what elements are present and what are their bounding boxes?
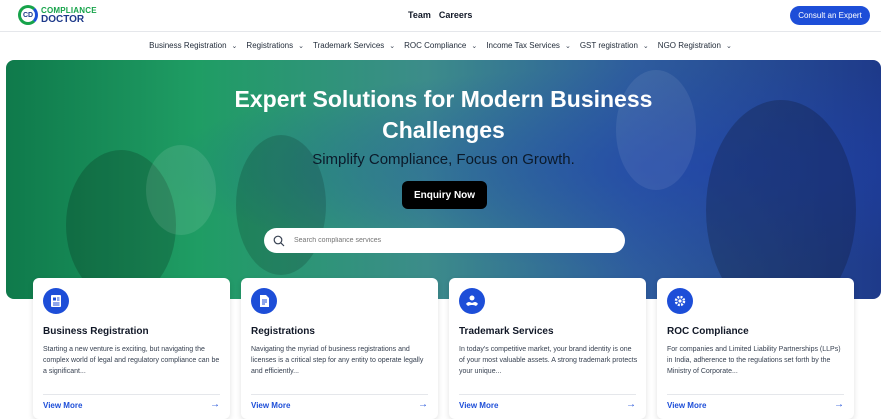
view-more-link[interactable]: View More: [459, 401, 498, 410]
view-more-link[interactable]: View More: [251, 401, 290, 410]
team-link[interactable]: Team: [408, 10, 431, 20]
search-input[interactable]: [294, 237, 594, 244]
consult-expert-button[interactable]: Consult an Expert: [790, 6, 870, 25]
view-more-link[interactable]: View More: [667, 401, 706, 410]
handshake-icon: [459, 288, 485, 314]
service-card-business-registration: Business Registration Starting a new ven…: [33, 278, 230, 419]
chevron-down-icon: ⌄: [642, 42, 649, 50]
search-bar[interactable]: [264, 228, 625, 253]
nav-item-registrations[interactable]: Registrations ⌄: [246, 41, 304, 50]
service-card-trademark-services: Trademark Services In today's competitiv…: [449, 278, 646, 419]
gear-icon: [667, 288, 693, 314]
certificate-icon: [251, 288, 277, 314]
site-logo[interactable]: CD COMPLIANCE DOCTOR: [18, 5, 97, 25]
card-divider: [251, 394, 428, 395]
hero-banner: Expert Solutions for Modern Business Cha…: [6, 60, 881, 299]
nav-item-label: Income Tax Services: [486, 41, 560, 50]
nav-item-label: ROC Compliance: [404, 41, 467, 50]
hero-title: Expert Solutions for Modern Business Cha…: [234, 86, 653, 143]
card-description: In today's competitive market, your bran…: [459, 346, 638, 375]
nav-item-label: Registrations: [246, 41, 294, 50]
service-card-roc-compliance: ROC Compliance For companies and Limited…: [657, 278, 854, 419]
nav-item-ngo-registration[interactable]: NGO Registration ⌄: [658, 41, 732, 50]
card-divider: [667, 394, 844, 395]
nav-item-label: Business Registration: [149, 41, 227, 50]
enquiry-now-button[interactable]: Enquiry Now: [402, 181, 487, 209]
arrow-right-icon[interactable]: →: [834, 399, 844, 410]
hero-subtitle: Simplify Compliance, Focus on Growth.: [312, 151, 575, 168]
nav-item-label: GST registration: [579, 41, 638, 50]
card-title: Registrations: [251, 326, 315, 337]
nav-item-label: Trademark Services: [312, 41, 385, 50]
chevron-down-icon: ⌄: [231, 42, 238, 50]
search-icon: [273, 235, 285, 246]
nav-item-roc-compliance[interactable]: ROC Compliance ⌄: [404, 41, 477, 50]
nav-item-label: NGO Registration: [657, 41, 721, 50]
top-links: Team Careers: [408, 10, 472, 20]
chevron-down-icon: ⌄: [389, 42, 396, 50]
top-header: CD COMPLIANCE DOCTOR Team Careers Consul…: [0, 0, 881, 32]
card-divider: [459, 394, 636, 395]
chevron-down-icon: ⌄: [725, 42, 732, 50]
careers-link[interactable]: Careers: [439, 10, 473, 20]
nav-item-gst-registration[interactable]: GST registration ⌄: [580, 41, 649, 50]
logo-mark-icon: CD: [18, 5, 38, 25]
service-card-registrations: Registrations Navigating the myriad of b…: [241, 278, 438, 419]
chevron-down-icon: ⌄: [298, 42, 304, 50]
card-title: ROC Compliance: [667, 326, 749, 337]
service-cards: Business Registration Starting a new ven…: [33, 278, 854, 419]
arrow-right-icon[interactable]: →: [418, 399, 428, 410]
card-description: For companies and Limited Liability Part…: [667, 346, 841, 375]
card-title: Trademark Services: [459, 326, 554, 337]
logo-line2: DOCTOR: [41, 14, 85, 25]
card-description: Navigating the myriad of business regist…: [251, 346, 424, 375]
arrow-right-icon[interactable]: →: [626, 399, 636, 410]
chevron-down-icon: ⌄: [564, 42, 571, 50]
nav-item-trademark-services[interactable]: Trademark Services ⌄: [313, 41, 395, 50]
card-divider: [43, 394, 220, 395]
nav-item-income-tax-services[interactable]: Income Tax Services ⌄: [486, 41, 571, 50]
document-icon: [43, 288, 69, 314]
view-more-link[interactable]: View More: [43, 401, 82, 410]
card-description: Starting a new venture is exciting, but …: [43, 346, 220, 375]
nav-item-business-registration[interactable]: Business Registration ⌄: [149, 41, 237, 50]
card-title: Business Registration: [43, 326, 149, 337]
chevron-down-icon: ⌄: [471, 42, 478, 50]
main-nav: Business Registration ⌄ Registrations ⌄ …: [0, 33, 881, 58]
arrow-right-icon[interactable]: →: [210, 399, 220, 410]
